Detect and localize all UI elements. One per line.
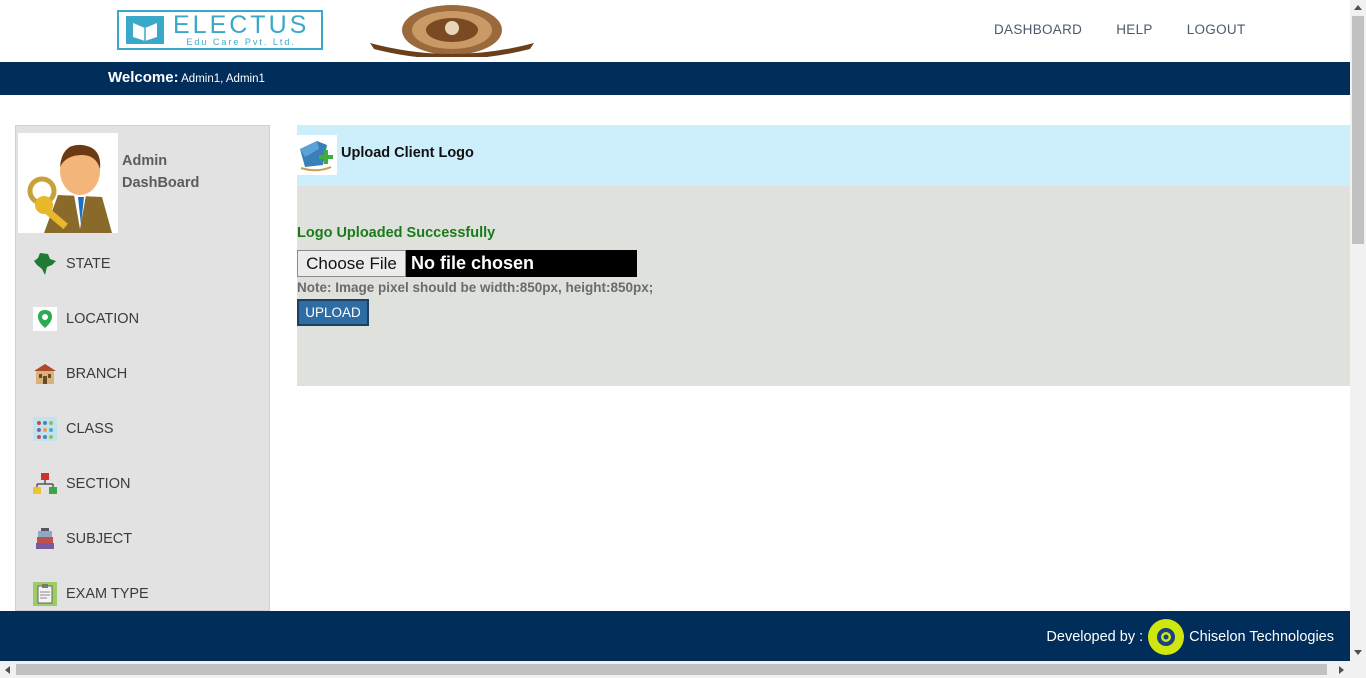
pixel-note: Note: Image pixel should be width:850px,… <box>297 280 654 295</box>
books-icon <box>32 526 58 552</box>
horizontal-scroll-thumb[interactable] <box>16 664 1327 675</box>
sidebar: Admin DashBoard STATE LOCATION BRANCH CL… <box>15 125 270 611</box>
india-map-icon <box>32 251 58 277</box>
file-status-text: No file chosen <box>406 250 637 277</box>
welcome-label: Welcome: <box>108 69 179 86</box>
success-message: Logo Uploaded Successfully <box>297 225 496 241</box>
nav-logout-link[interactable]: LOGOUT <box>1187 22 1246 37</box>
horizontal-scrollbar[interactable] <box>0 661 1366 678</box>
hierarchy-icon <box>32 471 58 497</box>
scroll-right-arrow-icon[interactable] <box>1339 666 1344 674</box>
upload-button[interactable]: UPLOAD <box>297 299 369 326</box>
file-input[interactable]: Choose File No file chosen <box>297 250 637 277</box>
vertical-scroll-thumb[interactable] <box>1352 16 1364 244</box>
sidebar-item-label: BRANCH <box>66 365 128 382</box>
students-icon <box>32 416 58 442</box>
footer: Developed by : Chiselon Technologies <box>0 611 1350 661</box>
sidebar-item-label: SECTION <box>66 475 131 492</box>
choose-file-button[interactable]: Choose File <box>297 250 406 277</box>
scroll-up-arrow-icon[interactable] <box>1354 5 1362 10</box>
admin-title-line2: DashBoard <box>122 175 200 191</box>
clipboard-icon <box>32 581 58 607</box>
header: ELECTUS Edu Care Pvt. Ltd. DASHBOARD HEL… <box>0 0 1350 62</box>
upload-image-icon <box>297 135 337 175</box>
brand-name: ELECTUS <box>173 11 310 39</box>
sidebar-item-label: EXAM TYPE <box>66 585 149 602</box>
sidebar-item-label: STATE <box>66 255 111 272</box>
sidebar-item-class[interactable]: CLASS <box>16 401 269 456</box>
panel-header: Upload Client Logo <box>297 125 1350 186</box>
sidebar-menu: STATE LOCATION BRANCH CLASS SECTION SUBJ… <box>16 236 269 610</box>
brand-tagline: Edu Care Pvt. Ltd. <box>186 37 296 47</box>
sidebar-item-subject[interactable]: SUBJECT <box>16 511 269 566</box>
sidebar-item-label: LOCATION <box>66 310 140 327</box>
electus-logo[interactable]: ELECTUS Edu Care Pvt. Ltd. <box>117 10 323 50</box>
scroll-left-arrow-icon[interactable] <box>5 666 10 674</box>
welcome-user: Admin1, Admin1 <box>178 73 265 85</box>
vertical-scrollbar[interactable] <box>1350 0 1366 661</box>
scroll-down-arrow-icon[interactable] <box>1354 650 1362 655</box>
chiselon-logo-icon <box>1148 619 1185 655</box>
welcome-bar: Welcome: Admin1, Admin1 <box>0 62 1350 95</box>
sidebar-item-exam-type[interactable]: EXAM TYPE <box>16 566 269 610</box>
location-pin-icon <box>32 306 58 332</box>
panel-title: Upload Client Logo <box>341 145 474 161</box>
sidebar-item-branch[interactable]: BRANCH <box>16 346 269 401</box>
admin-avatar <box>18 133 118 233</box>
developed-by-label: Developed by : <box>1046 629 1144 645</box>
sidebar-item-section[interactable]: SECTION <box>16 456 269 511</box>
nav-help-link[interactable]: HELP <box>1116 22 1152 37</box>
admin-title-line1: Admin <box>122 153 168 169</box>
institution-seal-logo <box>368 3 536 59</box>
upload-form: Logo Uploaded Successfully Choose File N… <box>297 186 1350 386</box>
sidebar-item-label: SUBJECT <box>66 530 133 547</box>
sidebar-item-state[interactable]: STATE <box>16 236 269 291</box>
building-icon <box>32 361 58 387</box>
sidebar-item-location[interactable]: LOCATION <box>16 291 269 346</box>
book-icon <box>119 12 171 48</box>
top-navigation: DASHBOARD HELP LOGOUT <box>994 22 1280 37</box>
sidebar-item-label: CLASS <box>66 420 114 437</box>
nav-dashboard-link[interactable]: DASHBOARD <box>994 22 1082 37</box>
developer-company: Chiselon Technologies <box>1189 629 1334 645</box>
